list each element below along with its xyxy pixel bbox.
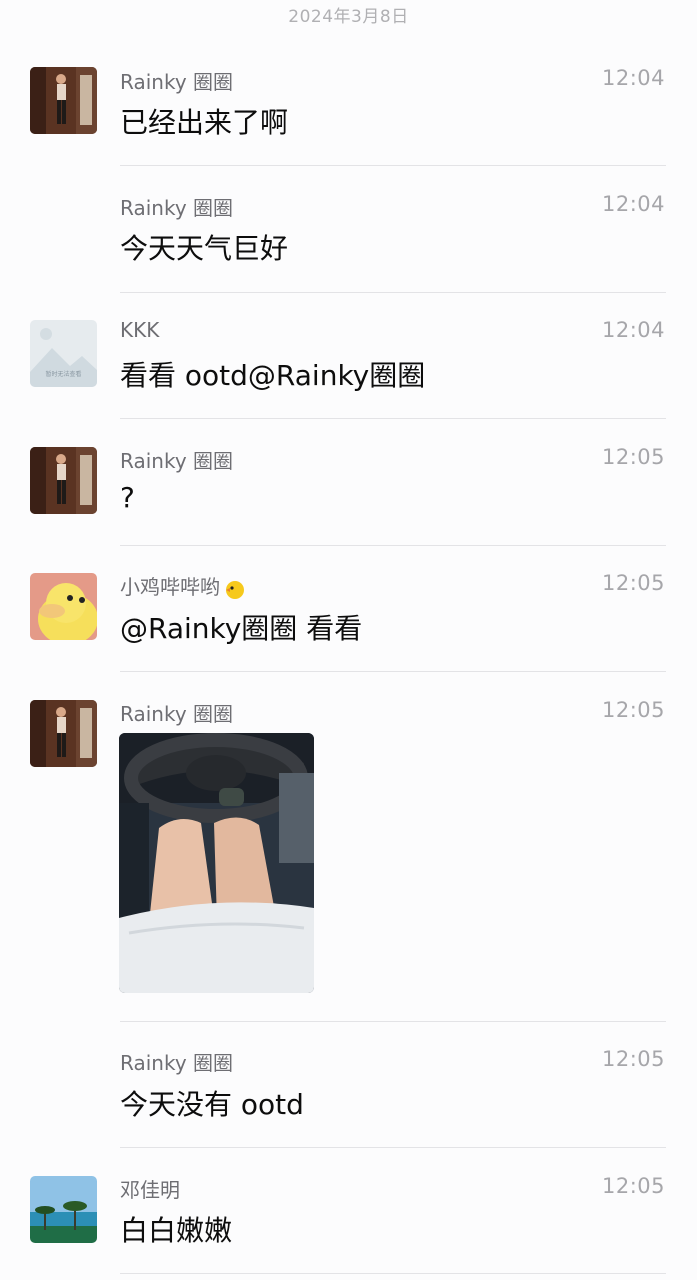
message-time: 12:05 [601, 571, 665, 595]
sender-name[interactable]: Rainky 圈圈 [120, 66, 233, 95]
sender-name[interactable]: Rainky 圈圈 [120, 698, 233, 727]
message-time: 12:05 [601, 445, 665, 469]
divider [120, 418, 666, 419]
sender-name[interactable]: Rainky 圈圈 [120, 1047, 233, 1076]
sender-name[interactable]: 邓佳明 [120, 1174, 180, 1203]
avatar[interactable] [30, 447, 97, 514]
divider [120, 545, 666, 546]
placeholder-landscape-avatar: 暂时无法查看 [30, 320, 97, 387]
avatar[interactable] [30, 700, 97, 767]
message-time: 12:05 [601, 1174, 665, 1198]
avatar[interactable] [30, 67, 97, 134]
chick-emoji [226, 580, 244, 599]
sender-name[interactable]: Rainky 圈圈 [120, 192, 233, 221]
message-text[interactable]: 看看 ootd@Rainky圈圈 [120, 354, 425, 394]
avatar[interactable]: 暂时无法查看 [30, 320, 97, 387]
divider [120, 165, 666, 166]
divider [120, 1273, 666, 1274]
sender-name[interactable]: KKK [120, 318, 159, 342]
message-time: 12:04 [601, 192, 665, 216]
message-time: 12:04 [601, 318, 665, 342]
divider [120, 1147, 666, 1148]
message-image[interactable] [119, 733, 314, 993]
avatar[interactable] [30, 573, 97, 640]
beach-palm-avatar [30, 1176, 97, 1243]
divider [120, 671, 666, 672]
avatar-caption: 暂时无法查看 [45, 370, 81, 378]
divider [120, 1021, 666, 1022]
message-text[interactable]: 已经出来了啊 [120, 101, 288, 141]
sender-name[interactable]: 小鸡哔哔哟 [120, 571, 245, 600]
photo-woman-avatar [30, 447, 97, 514]
message-text[interactable]: 今天没有 ootd [120, 1083, 304, 1123]
divider [120, 292, 666, 293]
message-text[interactable]: 今天天气巨好 [120, 227, 288, 267]
message-time: 12:05 [601, 1047, 665, 1071]
sender-name-text: 小鸡哔哔哟 [120, 575, 220, 599]
photo-woman-avatar [30, 67, 97, 134]
message-text[interactable]: ? [120, 481, 135, 514]
message-time: 12:04 [601, 66, 665, 90]
photo-woman-avatar [30, 700, 97, 767]
message-text[interactable]: @Rainky圈圈 看看 [120, 607, 362, 647]
message-text[interactable]: 白白嫩嫩 [120, 1209, 232, 1249]
yellow-duck-avatar [30, 573, 97, 640]
sender-name[interactable]: Rainky 圈圈 [120, 445, 233, 474]
message-time: 12:05 [601, 698, 665, 722]
car-interior-photo [119, 733, 314, 993]
avatar[interactable] [30, 1176, 97, 1243]
date-header: 2024年3月8日 [288, 7, 409, 27]
